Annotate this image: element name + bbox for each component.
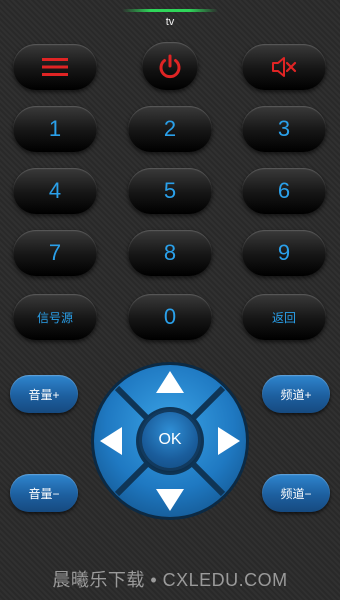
ok-label: OK [158, 431, 182, 448]
back-label: 返回 [271, 310, 296, 325]
digit-label: 6 [277, 178, 291, 203]
back-button[interactable]: 返回 [242, 294, 326, 340]
menu-button[interactable] [13, 44, 97, 90]
digit-3-button[interactable]: 3 [242, 106, 326, 152]
mute-speaker-icon [272, 57, 297, 77]
device-title: tv [165, 16, 175, 28]
signal-source-label: 信号源 [36, 310, 73, 325]
digit-4-button[interactable]: 4 [13, 168, 97, 214]
ok-button[interactable]: OK [142, 412, 198, 468]
volume-up-button[interactable]: 音量+ [10, 375, 78, 413]
channel-up-label: 频道+ [280, 387, 312, 402]
dpad-right-button[interactable] [204, 407, 248, 475]
channel-up-button[interactable]: 频道+ [262, 375, 330, 413]
volume-down-button[interactable]: 音量− [10, 474, 78, 512]
channel-down-button[interactable]: 频道− [262, 474, 330, 512]
digit-label: 9 [277, 240, 291, 265]
dpad-left-button[interactable] [92, 407, 136, 475]
volume-down-label: 音量− [28, 486, 60, 501]
digit-label: 4 [48, 178, 62, 203]
digit-label: 0 [163, 304, 177, 329]
menu-icon [42, 58, 68, 76]
digit-0-button[interactable]: 0 [128, 294, 212, 340]
channel-down-label: 频道− [280, 486, 312, 501]
digit-2-button[interactable]: 2 [128, 106, 212, 152]
digit-1-button[interactable]: 1 [13, 106, 97, 152]
watermark-text: 晨曦乐下载 • CXLEDU.COM [52, 570, 288, 590]
signal-source-button[interactable]: 信号源 [13, 294, 97, 340]
volume-up-label: 音量+ [28, 387, 60, 402]
digit-label: 7 [48, 240, 62, 265]
digit-6-button[interactable]: 6 [242, 168, 326, 214]
mute-button[interactable] [242, 44, 326, 90]
dpad-down-button[interactable] [136, 474, 204, 518]
digit-label: 1 [48, 116, 62, 141]
power-button[interactable] [142, 42, 198, 90]
digit-label: 3 [277, 116, 291, 141]
digit-8-button[interactable]: 8 [128, 230, 212, 276]
digit-label: 2 [163, 116, 177, 141]
connection-indicator [122, 9, 218, 12]
power-icon [159, 54, 181, 79]
status-bar: tv [0, 0, 340, 30]
digit-label: 5 [163, 178, 177, 203]
digit-9-button[interactable]: 9 [242, 230, 326, 276]
digit-label: 8 [163, 240, 177, 265]
digit-7-button[interactable]: 7 [13, 230, 97, 276]
digit-5-button[interactable]: 5 [128, 168, 212, 214]
dpad-up-button[interactable] [136, 363, 204, 407]
